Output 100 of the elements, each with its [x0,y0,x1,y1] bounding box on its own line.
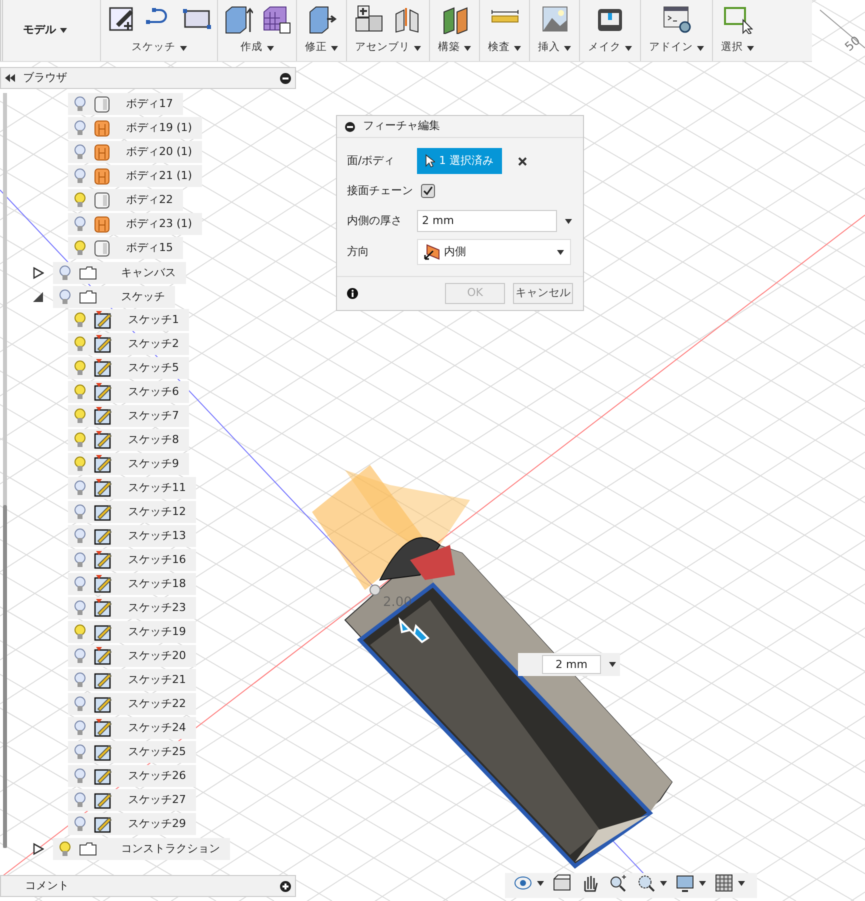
lightbulb-icon[interactable] [74,456,86,472]
lightbulb-icon[interactable] [74,240,86,256]
lightbulb-icon[interactable] [74,528,86,544]
lightbulb-icon[interactable] [74,504,86,520]
minimize-icon[interactable] [280,72,291,84]
group-menu[interactable]: アドイン [646,39,707,57]
lightbulb-icon[interactable] [59,841,71,857]
tree-item[interactable]: スケッチ19 [68,621,196,643]
caret-icon[interactable] [414,46,421,51]
direction-dropdown[interactable]: 内側 [417,239,571,265]
lightbulb-icon[interactable] [74,408,86,424]
lightbulb-icon[interactable] [74,816,86,832]
lightbulb-icon[interactable] [74,360,86,376]
tree-item[interactable]: スケッチ23 [68,597,196,619]
cube-arrow-icon[interactable] [306,4,336,34]
caret-icon[interactable] [747,46,754,51]
tree-item[interactable]: スケッチ2 [68,333,189,355]
tree-item[interactable]: スケッチ5 [68,357,189,379]
lightbulb-icon[interactable] [74,696,86,712]
caret-icon[interactable] [266,46,274,51]
tree-item[interactable]: スケッチ25 [68,741,196,763]
tree-item[interactable]: ボディ21 (1) [68,165,202,187]
lightbulb-icon[interactable] [74,312,86,328]
caret-icon[interactable] [537,880,544,886]
collapse-triangle-icon[interactable] [32,291,44,303]
lightbulb-icon[interactable] [74,648,86,664]
tree-item[interactable]: スケッチ27 [68,789,196,811]
monitor-icon[interactable] [675,873,695,893]
lightbulb-icon[interactable] [74,168,86,184]
lightbulb-icon[interactable] [74,480,86,496]
tree-item[interactable]: スケッチ7 [68,405,189,427]
zoom-window-icon[interactable] [636,873,656,893]
lightbulb-icon[interactable] [74,600,86,616]
tree-item[interactable]: ボディ23 (1) [68,213,202,235]
tree-item[interactable]: ボディ22 [68,189,183,211]
scrollbar[interactable] [3,505,7,848]
tree-item[interactable]: ボディ20 (1) [68,141,202,163]
tree-item[interactable]: キャンバス [53,262,186,284]
caret-icon[interactable] [180,46,186,51]
group-menu[interactable]: 修正 [302,39,341,57]
tree-item[interactable]: スケッチ1 [68,309,189,331]
tree-item[interactable]: ボディ17 [68,93,183,115]
tree-item[interactable]: スケッチ6 [68,381,189,403]
tree-item[interactable]: スケッチ24 [68,717,196,739]
tree-item[interactable]: ボディ19 (1) [68,117,202,139]
lightbulb-icon[interactable] [59,265,71,281]
point-handle[interactable] [370,584,380,596]
group-menu[interactable]: 検査 [485,39,524,57]
group-menu[interactable]: スケッチ [128,39,190,57]
tree-item[interactable]: スケッチ20 [68,645,196,667]
tree-item[interactable]: スケッチ9 [68,453,189,475]
zoom-icon[interactable] [608,873,628,893]
caret-icon[interactable] [557,250,564,254]
cubes-icon[interactable] [354,4,384,34]
tree-item[interactable]: スケッチ18 [68,573,196,595]
lightbulb-icon[interactable] [74,792,86,808]
cancel-button[interactable]: キャンセル [513,283,573,304]
caret-icon[interactable] [464,46,471,51]
group-menu[interactable]: アセンブリ [352,39,424,57]
lightbulb-icon[interactable] [74,216,86,232]
caret-icon[interactable] [660,880,667,886]
input-field[interactable]: 2 mm [542,655,601,674]
tree-item[interactable]: スケッチ12 [68,501,196,523]
group-menu[interactable]: 挿入 [535,39,574,57]
tree-item[interactable]: スケッチ22 [68,693,196,715]
group-menu[interactable]: 選択 [718,39,757,57]
group-menu[interactable]: メイク [585,39,635,57]
lightbulb-icon[interactable] [74,768,86,784]
group-menu[interactable]: 構築 [435,39,474,57]
tree-item[interactable]: スケッチ8 [68,429,189,451]
lightbulb-icon[interactable] [74,96,86,112]
lightbulb-icon[interactable] [74,744,86,760]
tree-item[interactable]: スケッチ21 [68,669,196,691]
caret-icon[interactable] [60,28,67,33]
lightbulb-icon[interactable] [59,289,71,305]
lightbulb-icon[interactable] [74,336,86,352]
lightbulb-icon[interactable] [74,192,86,208]
lightbulb-icon[interactable] [74,552,86,568]
info-icon[interactable] [347,288,358,299]
workspace-dropdown[interactable]: モデル [0,0,100,61]
caret-icon[interactable] [331,46,338,51]
grid-icon[interactable] [714,873,734,893]
tree-item[interactable]: スケッチ16 [68,549,196,571]
lightbulb-icon[interactable] [74,624,86,640]
collapse-icon[interactable] [5,74,15,82]
caret-icon[interactable] [625,46,632,51]
terminal-gear-icon[interactable] [662,4,692,34]
picture-icon[interactable] [540,4,570,34]
lightbulb-icon[interactable] [74,144,86,160]
lightbulb-icon[interactable] [74,120,86,136]
tree-item[interactable]: スケッチ26 [68,765,196,787]
caret-icon[interactable] [564,46,571,51]
expand-triangle-icon[interactable] [32,267,44,279]
clear-icon[interactable] [518,156,526,166]
add-icon[interactable] [280,880,291,892]
expand-triangle-icon[interactable] [32,843,44,855]
input-field[interactable]: 2 mm [417,210,557,232]
lightbulb-icon[interactable] [74,432,86,448]
checkbox[interactable] [421,184,435,198]
caret-icon[interactable] [699,880,706,886]
